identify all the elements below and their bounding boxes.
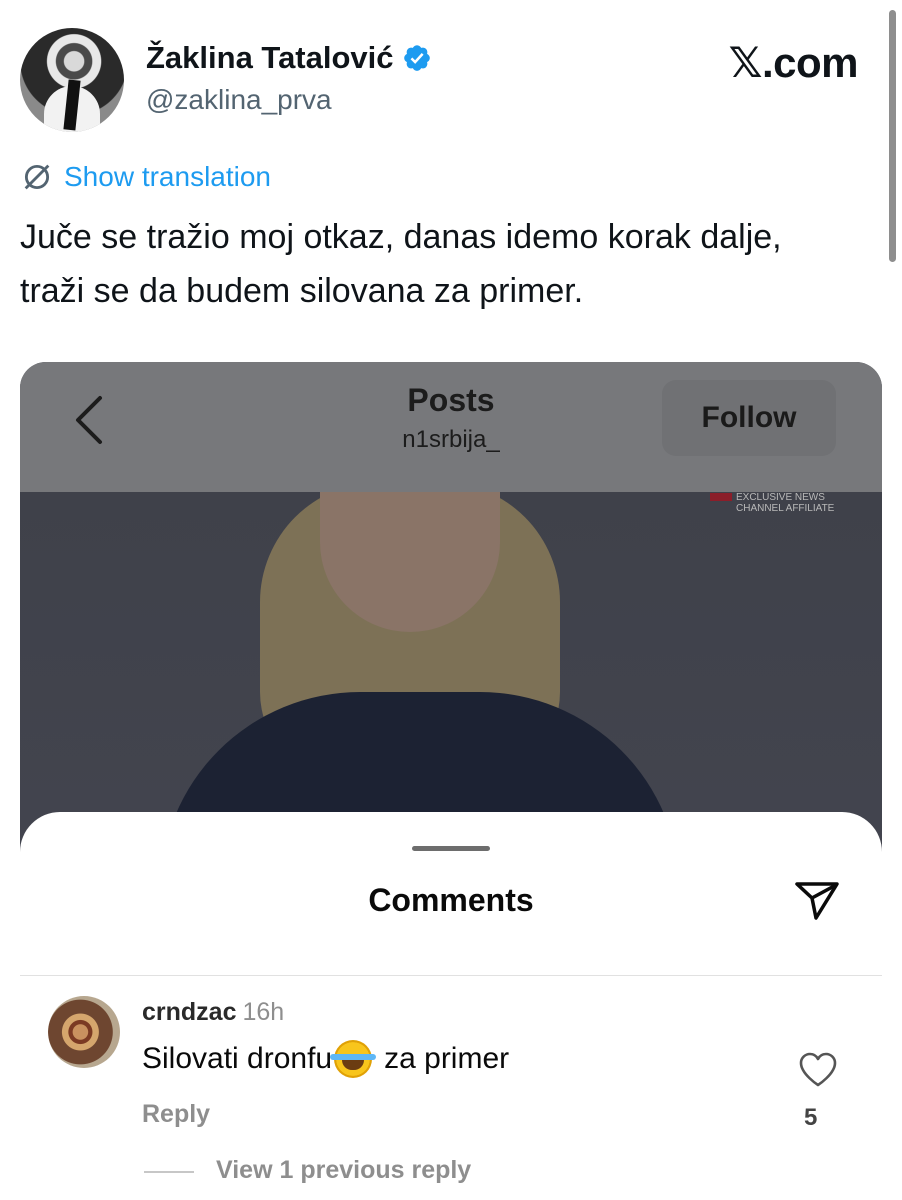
send-icon[interactable] bbox=[792, 878, 842, 924]
tweet-text: Juče se tražio moj otkaz, danas idemo ko… bbox=[20, 218, 782, 310]
reply-button[interactable]: Reply bbox=[142, 1100, 210, 1129]
view-previous-replies-button[interactable]: View 1 previous reply bbox=[216, 1156, 471, 1185]
comments-sheet: Comments crndzac 16h Silovati dronfu za p… bbox=[20, 812, 882, 1200]
x-brand-logo: 𝕏.com bbox=[728, 39, 859, 86]
divider bbox=[20, 975, 882, 976]
commenter-avatar[interactable] bbox=[48, 996, 120, 1068]
tweet-media-screenshot[interactable]: EXCLUSIVE NEWS CHANNEL AFFILIATE Posts n… bbox=[20, 362, 882, 1200]
instagram-header: Posts n1srbija_ Follow bbox=[20, 362, 882, 492]
sheet-grabber-handle[interactable] bbox=[412, 846, 490, 851]
reply-thread-line bbox=[144, 1171, 194, 1173]
show-translation-button[interactable]: Show translation bbox=[20, 160, 271, 194]
author-avatar[interactable] bbox=[20, 28, 124, 132]
heart-icon[interactable] bbox=[798, 1052, 838, 1088]
author-name-text: Žaklina Tatalović bbox=[146, 40, 394, 75]
tears-of-joy-emoji-icon bbox=[330, 1040, 377, 1078]
channel-watermark: EXCLUSIVE NEWS CHANNEL AFFILIATE bbox=[710, 492, 834, 514]
comment-username[interactable]: crndzac 16h bbox=[142, 998, 284, 1027]
author-handle[interactable]: @zaklina_prva bbox=[146, 84, 332, 116]
translate-icon bbox=[24, 164, 50, 190]
like-count: 5 bbox=[804, 1104, 818, 1131]
verified-badge-icon bbox=[403, 45, 430, 71]
author-display-name[interactable]: Žaklina Tatalović bbox=[146, 40, 432, 76]
scrollbar[interactable] bbox=[889, 10, 896, 262]
comments-title: Comments bbox=[368, 882, 534, 918]
follow-button[interactable]: Follow bbox=[662, 380, 836, 456]
comment-time: 16h bbox=[242, 998, 285, 1026]
comment-text: Silovati dronfu za primer bbox=[142, 1040, 509, 1078]
show-translation-label: Show translation bbox=[64, 161, 272, 192]
